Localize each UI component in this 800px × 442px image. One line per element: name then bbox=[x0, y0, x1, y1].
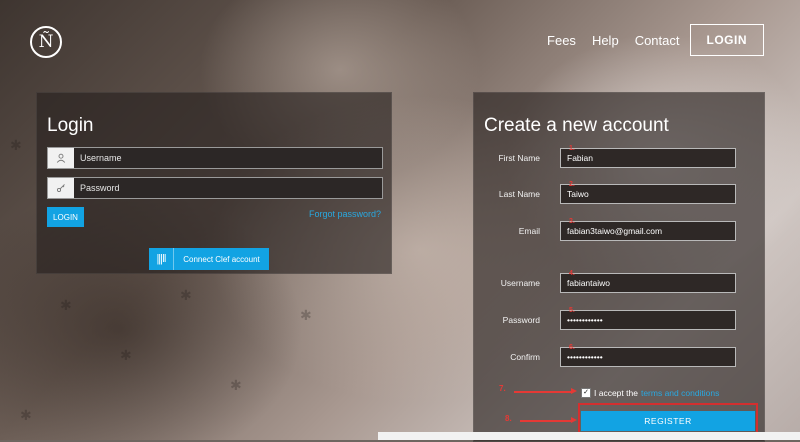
nav-fees[interactable]: Fees bbox=[547, 33, 576, 48]
brand-logo[interactable]: Ñ bbox=[30, 26, 62, 58]
confirm-password-input[interactable] bbox=[560, 347, 736, 367]
register-button[interactable]: REGISTER bbox=[581, 411, 755, 431]
first-name-input[interactable] bbox=[560, 148, 736, 168]
register-password-input[interactable] bbox=[560, 310, 736, 330]
header-login-button[interactable]: LOGIN bbox=[689, 24, 764, 56]
nav-help[interactable]: Help bbox=[592, 33, 619, 48]
terms-row: ✓ I accept the terms and conditions bbox=[581, 388, 719, 398]
last-name-label: Last Name bbox=[498, 189, 540, 199]
svg-text:✱: ✱ bbox=[230, 378, 242, 394]
svg-text:✱: ✱ bbox=[60, 298, 72, 314]
email-label: Email bbox=[518, 226, 540, 236]
svg-text:✱: ✱ bbox=[20, 408, 32, 424]
nav-contact[interactable]: Contact bbox=[635, 33, 680, 48]
last-name-input[interactable] bbox=[560, 184, 736, 204]
svg-text:✱: ✱ bbox=[10, 138, 22, 154]
step-8-arrow bbox=[520, 417, 577, 423]
step-marker-1: 1. bbox=[569, 145, 575, 152]
email-input[interactable] bbox=[560, 221, 736, 241]
user-icon bbox=[48, 148, 74, 168]
register-title: Create a new account bbox=[484, 115, 669, 136]
login-panel: Login LOGIN Forgot password? |||‖ Connec… bbox=[36, 92, 392, 274]
confirm-row: Confirm 6. bbox=[474, 344, 764, 368]
svg-text:✱: ✱ bbox=[120, 348, 132, 364]
step-marker-5: 5. bbox=[569, 307, 575, 314]
password-row: Password 5. bbox=[474, 307, 764, 331]
clef-barcode-icon: |||‖ bbox=[149, 248, 174, 270]
login-title: Login bbox=[47, 115, 94, 136]
step-marker-6: 6. bbox=[569, 344, 575, 351]
password-input[interactable] bbox=[74, 178, 382, 198]
username-row: Username 4. bbox=[474, 270, 764, 294]
connect-clef-label: Connect Clef account bbox=[183, 254, 260, 264]
brand-logo-mark: Ñ bbox=[38, 32, 54, 52]
username-label: Username bbox=[500, 278, 540, 288]
step-7-arrow bbox=[514, 388, 577, 394]
last-name-row: Last Name 2. bbox=[474, 181, 764, 205]
step-marker-2: 2. bbox=[569, 181, 575, 188]
key-icon bbox=[48, 178, 74, 198]
email-row: Email 3. bbox=[474, 218, 764, 242]
top-nav: Fees Help Contact LOGIN bbox=[531, 24, 764, 56]
username-input-group bbox=[47, 147, 383, 169]
register-username-input[interactable] bbox=[560, 273, 736, 293]
login-submit-button[interactable]: LOGIN bbox=[47, 207, 84, 227]
step-marker-8: 8. bbox=[505, 414, 512, 423]
confirm-label: Confirm bbox=[510, 352, 540, 362]
svg-text:✱: ✱ bbox=[300, 308, 312, 324]
step-marker-3: 3. bbox=[569, 218, 575, 225]
terms-link[interactable]: terms and conditions bbox=[641, 388, 719, 398]
connect-clef-button[interactable]: |||‖ Connect Clef account bbox=[149, 248, 269, 270]
terms-prefix: I accept the bbox=[594, 388, 638, 398]
step-marker-4: 4. bbox=[569, 270, 575, 277]
forgot-password-link[interactable]: Forgot password? bbox=[309, 209, 381, 219]
svg-text:✱: ✱ bbox=[180, 288, 192, 304]
page-footer-strip bbox=[378, 432, 800, 440]
step-marker-7: 7. bbox=[499, 384, 506, 393]
register-panel: Create a new account First Name 1. Last … bbox=[473, 92, 765, 442]
password-label: Password bbox=[502, 315, 540, 325]
terms-checkbox[interactable]: ✓ bbox=[581, 388, 591, 398]
first-name-label: First Name bbox=[498, 153, 540, 163]
password-input-group bbox=[47, 177, 383, 199]
first-name-row: First Name 1. bbox=[474, 145, 764, 169]
username-input[interactable] bbox=[74, 148, 382, 168]
